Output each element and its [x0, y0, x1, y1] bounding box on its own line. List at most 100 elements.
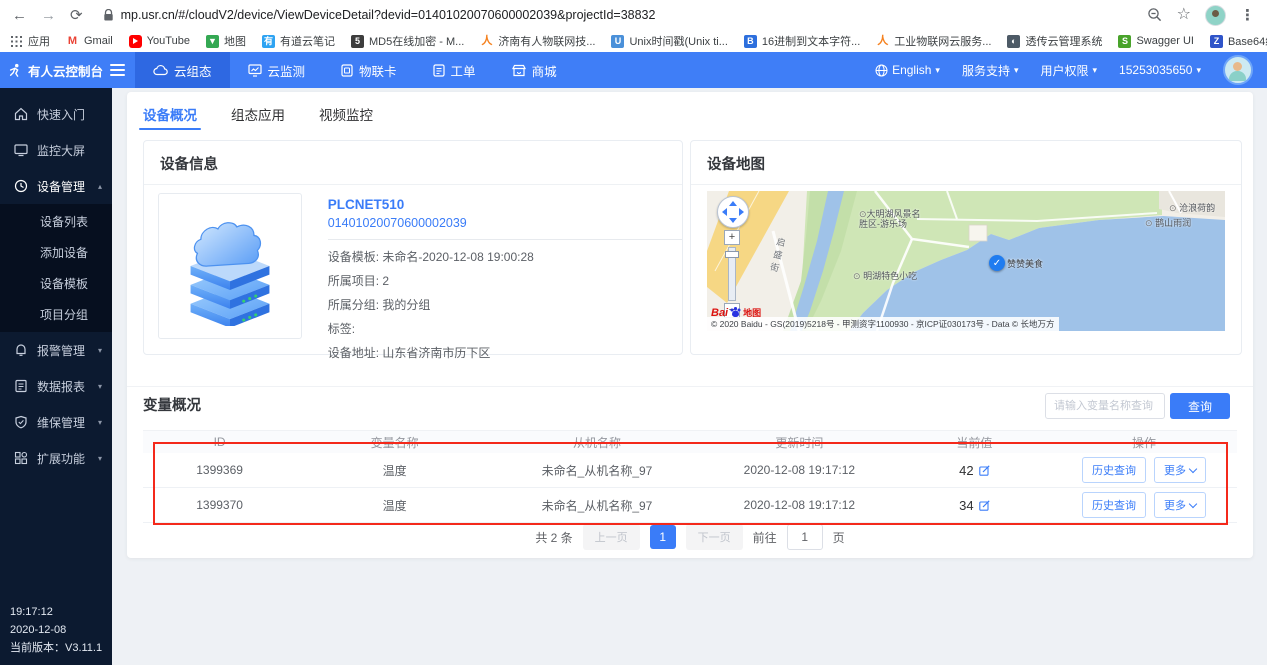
- top-nav-label: 云监测: [268, 61, 306, 80]
- bookmark-label: 透传云管理系统: [1025, 33, 1102, 49]
- bookmark-item[interactable]: 5MD5在线加密 - M...: [351, 33, 464, 49]
- device-map-title: 设备地图: [691, 141, 1241, 185]
- cell-id: 1399370: [143, 498, 296, 512]
- bookmark-item[interactable]: 有有道云笔记: [262, 33, 335, 49]
- user-avatar[interactable]: [1223, 55, 1253, 85]
- work-order-icon: [433, 64, 445, 77]
- device-manage-icon: [14, 179, 28, 193]
- content-area: 设备概况 组态应用 视频监控 设备信息: [112, 88, 1267, 665]
- total-count: 共 2 条: [535, 529, 572, 546]
- sidebar-item-maintenance[interactable]: 维保管理 ▾: [0, 404, 112, 440]
- page-number-button[interactable]: 1: [650, 525, 676, 549]
- marker-label: 赞赞美食: [1007, 257, 1043, 270]
- browser-menu-icon[interactable]: ⋮: [1240, 8, 1255, 23]
- sidebar-footer: 19:17:12 2020-12-08 当前版本：V3.11.1: [10, 603, 102, 657]
- forward-icon[interactable]: →: [41, 8, 56, 23]
- chevron-down-icon: ▾: [935, 66, 940, 75]
- tab-device-overview[interactable]: 设备概况: [143, 92, 197, 136]
- baidu-map[interactable]: ⊙大明湖风景名胜区-游乐场 ⊙ 明湖特色小吃 ⊙ 沧浪荷韵 ⊙ 鹊山雨润 启盛街…: [707, 191, 1225, 331]
- top-nav-iot-card[interactable]: 物联卡: [323, 52, 415, 88]
- bookmark-item[interactable]: S Swagger UI: [1118, 35, 1193, 48]
- edit-icon[interactable]: [979, 465, 990, 476]
- history-query-button[interactable]: 历史查询: [1082, 492, 1146, 518]
- edit-icon[interactable]: [979, 500, 990, 511]
- bookmark-item[interactable]: 应用: [10, 33, 50, 49]
- cell-variable-name: 温度: [296, 462, 493, 479]
- chevron-down-icon: ▾: [1196, 66, 1201, 75]
- bookmark-item[interactable]: MGmail: [66, 35, 113, 48]
- apps-grid-icon: [10, 35, 23, 48]
- cloud-server-illustration: [170, 206, 290, 326]
- history-query-button[interactable]: 历史查询: [1082, 457, 1146, 483]
- variable-search-button[interactable]: 查询: [1170, 393, 1230, 419]
- sidebar-item-extensions[interactable]: 扩展功能 ▾: [0, 440, 112, 476]
- cell-actions: 历史查询 更多: [1051, 457, 1237, 483]
- address-bar[interactable]: mp.usr.cn/#/cloudV2/device/ViewDeviceDet…: [103, 8, 1133, 22]
- account-menu[interactable]: 15253035650▾: [1119, 63, 1201, 77]
- detail-tabs: 设备概况 组态应用 视频监控: [127, 92, 1253, 136]
- sidebar-item-label: 扩展功能: [37, 450, 89, 467]
- chevron-down-icon: ▾: [98, 454, 102, 463]
- support-label: 服务支持: [962, 62, 1010, 79]
- sidebar-item-device-management[interactable]: 设备管理 ▴: [0, 168, 112, 204]
- bookmark-item[interactable]: 人工业物联网云服务...: [876, 33, 991, 49]
- user-permission-menu[interactable]: 用户权限▾: [1041, 62, 1098, 79]
- sidebar-item-alarm-management[interactable]: 报警管理 ▾: [0, 332, 112, 368]
- bookmark-item[interactable]: ZBase64编码转换工...: [1210, 33, 1267, 49]
- bookmark-item[interactable]: UUnix时间戳(Unix ti...: [611, 33, 727, 49]
- zoom-in-button[interactable]: +: [724, 230, 740, 245]
- top-nav-cloud-scada[interactable]: 云组态: [135, 52, 230, 88]
- sidebar-item-quick-start[interactable]: 快速入门: [0, 96, 112, 132]
- variables-table: ID 变量名称 从机名称 更新时间 当前值 操作 1399369 温度 未命名_…: [143, 430, 1237, 523]
- zoom-out-icon[interactable]: [1147, 7, 1163, 23]
- bookmark-item[interactable]: ▼地图: [206, 33, 246, 49]
- bookmark-item[interactable]: B 16进制到文本字符...: [744, 33, 860, 49]
- map-pan-control[interactable]: [717, 196, 749, 228]
- browser-profile-avatar[interactable]: [1205, 5, 1226, 26]
- bookmark-item[interactable]: YouTube: [129, 35, 190, 48]
- sidebar-item-data-report[interactable]: 数据报表 ▾: [0, 368, 112, 404]
- sidebar-item-label: 数据报表: [37, 378, 89, 395]
- bookmark-label: 16进制到文本字符...: [762, 33, 860, 49]
- top-nav-cloud-monitor[interactable]: 云监测: [230, 52, 324, 88]
- more-button[interactable]: 更多: [1154, 457, 1206, 483]
- language-selector[interactable]: English▾: [875, 63, 940, 77]
- bookmark-star-icon[interactable]: ☆: [1177, 7, 1191, 23]
- variables-title: 变量概况: [143, 394, 201, 415]
- bookmark-item[interactable]: 人济南有人物联网技...: [480, 33, 595, 49]
- hex-icon: B: [744, 35, 757, 48]
- tab-video-monitoring[interactable]: 视频监控: [319, 92, 373, 136]
- prev-page-button[interactable]: 上一页: [583, 524, 640, 550]
- top-nav-store[interactable]: 商城: [494, 52, 575, 88]
- swagger-icon: S: [1118, 35, 1131, 48]
- zoom-slider-thumb[interactable]: [725, 251, 739, 258]
- device-location-marker[interactable]: ✓ 赞赞美食: [989, 255, 1043, 271]
- top-nav-label: 云组态: [174, 61, 212, 80]
- back-icon[interactable]: ←: [12, 8, 27, 23]
- sidebar-subitem-device-list[interactable]: 设备列表: [0, 206, 112, 237]
- brand[interactable]: 有人云控制台: [0, 52, 96, 88]
- bookmark-label: Swagger UI: [1136, 35, 1193, 47]
- sidebar-item-label: 快速入门: [37, 106, 102, 123]
- bookmark-item[interactable]: ◐透传云管理系统: [1007, 33, 1102, 49]
- top-nav-work-order[interactable]: 工单: [415, 52, 494, 88]
- table-header-row: ID 变量名称 从机名称 更新时间 当前值 操作: [143, 430, 1237, 453]
- sidebar-subitem-project-group[interactable]: 项目分组: [0, 299, 112, 330]
- extensions-icon: [14, 451, 28, 465]
- device-id-link[interactable]: 01401020070600002039: [328, 216, 682, 230]
- more-button[interactable]: 更多: [1154, 492, 1206, 518]
- sidebar-item-label: 维保管理: [37, 414, 89, 431]
- service-support-menu[interactable]: 服务支持▾: [962, 62, 1019, 79]
- variable-search-input[interactable]: [1045, 393, 1165, 419]
- bookmark-label: 济南有人物联网技...: [498, 33, 595, 49]
- next-page-button[interactable]: 下一页: [686, 524, 743, 550]
- tab-scada-application[interactable]: 组态应用: [231, 92, 285, 136]
- reload-icon[interactable]: ⟳: [70, 8, 83, 23]
- sidebar-subitem-device-template[interactable]: 设备模板: [0, 268, 112, 299]
- sidebar-subitem-add-device[interactable]: 添加设备: [0, 237, 112, 268]
- device-management-submenu: 设备列表 添加设备 设备模板 项目分组: [0, 204, 112, 332]
- goto-page-input[interactable]: [787, 524, 823, 550]
- sidebar-toggle-icon[interactable]: [110, 64, 125, 76]
- zoom-slider[interactable]: [728, 247, 736, 301]
- sidebar-item-monitor-screen[interactable]: 监控大屏: [0, 132, 112, 168]
